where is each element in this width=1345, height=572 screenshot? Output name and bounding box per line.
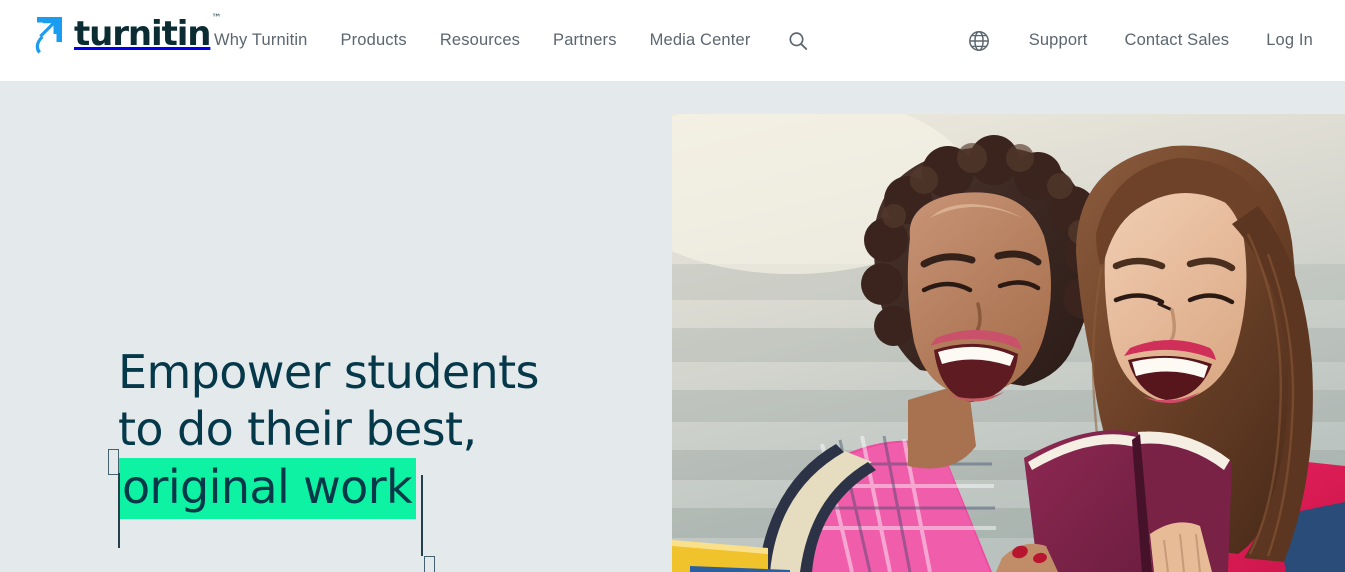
quote-marker-close-icon (424, 556, 435, 572)
quote-bar-close-icon (421, 475, 423, 556)
nav-item-media-center[interactable]: Media Center (650, 31, 751, 50)
quote-bar-open-icon (118, 473, 120, 548)
hero-copy: Empower students to do their best, origi… (108, 344, 638, 572)
site-header: turnitin ™ Why Turnitin Products Resource… (0, 0, 1345, 81)
hero-section: Empower students to do their best, origi… (0, 81, 1345, 572)
headline-line-1: Empower students (118, 345, 539, 399)
nav-item-resources[interactable]: Resources (440, 31, 520, 50)
primary-navigation: Why Turnitin Products Resources Partners… (214, 0, 810, 81)
page-title: Empower students to do their best, origi… (108, 344, 638, 572)
headline-highlight: original work (118, 458, 417, 519)
quote-marker-open-icon (108, 449, 119, 475)
logo-wordmark: turnitin ™ (74, 13, 222, 55)
hero-photo-illustration (672, 114, 1345, 572)
headline-line-2: to do their best, (118, 402, 477, 456)
nav-item-log-in[interactable]: Log In (1266, 31, 1313, 50)
turnitin-arrow-logo-icon (35, 17, 62, 54)
search-icon-glyph (789, 31, 808, 50)
nav-item-support[interactable]: Support (1029, 31, 1088, 50)
secondary-navigation: Support Contact Sales Log In (966, 0, 1313, 81)
nav-item-contact-sales[interactable]: Contact Sales (1125, 31, 1230, 50)
globe-icon-glyph (968, 30, 989, 51)
nav-item-products[interactable]: Products (341, 31, 407, 50)
turnitin-logo[interactable]: turnitin ™ (29, 13, 222, 59)
globe-icon[interactable] (966, 28, 992, 54)
search-icon[interactable] (786, 29, 810, 53)
nav-item-partners[interactable]: Partners (553, 31, 617, 50)
hero-photo (672, 114, 1345, 572)
nav-item-why-turnitin[interactable]: Why Turnitin (214, 31, 308, 50)
